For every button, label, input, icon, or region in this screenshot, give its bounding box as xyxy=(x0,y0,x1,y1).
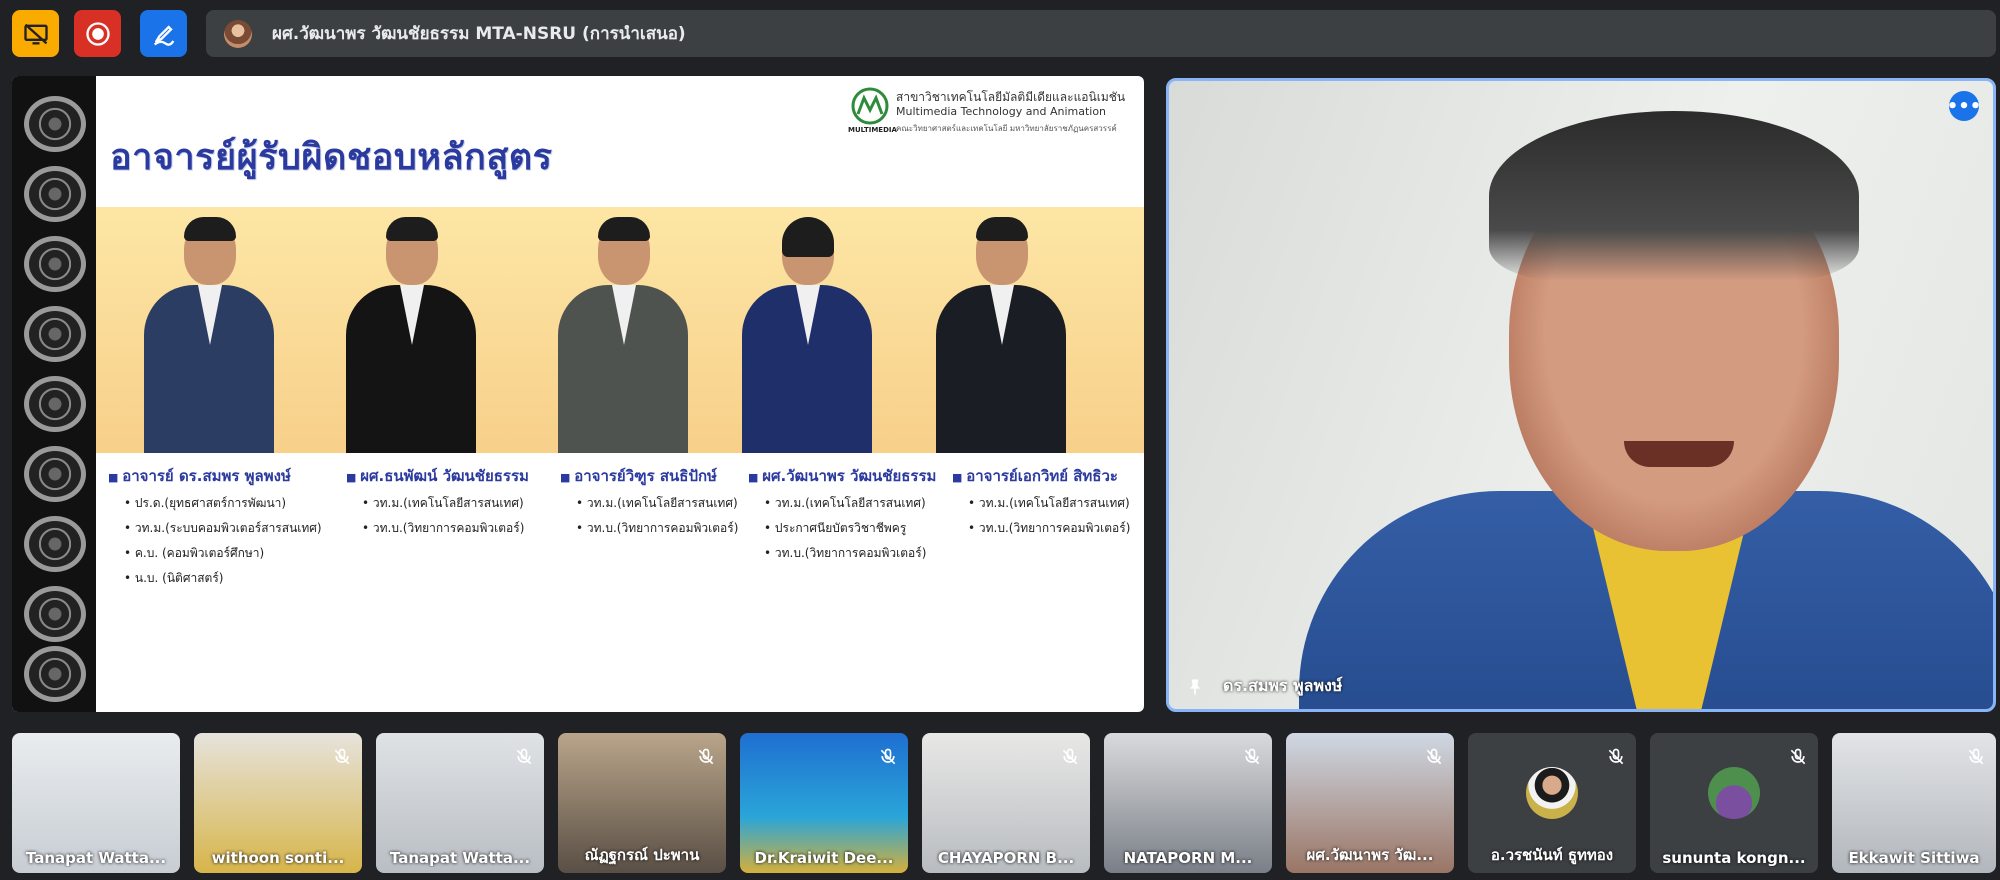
participant-name: withoon sonti... xyxy=(211,849,345,867)
lecturer-degree: วท.บ.(วิทยาการคอมพิวเตอร์) xyxy=(748,544,936,563)
participant-name: ณัฏฐกรณ์ ปะพาน xyxy=(584,846,700,864)
participant-tile[interactable]: Tanapat Watta... xyxy=(12,733,180,873)
lecturer-name: ผศ.วัฒนาพร วัฒนชัยธรรม xyxy=(748,464,936,488)
participant-tile[interactable]: ณัฏฐกรณ์ ปะพาน xyxy=(558,733,726,873)
logo-line-3: คณะวิทยาศาสตร์และเทคโนโลยี มหาวิทยาลัยรา… xyxy=(896,124,1117,133)
mic-off-icon xyxy=(1426,748,1442,765)
avatar xyxy=(1708,767,1760,819)
lecturer-name: ผศ.ธนพัฒน์ วัฒนชัยธรรม xyxy=(346,464,529,488)
mic-off-icon xyxy=(516,748,532,765)
lecturer-degree: วท.ม.(เทคโนโลยีสารสนเทศ) xyxy=(346,494,529,513)
participant-name: Tanapat Watta... xyxy=(389,849,531,867)
participant-tile[interactable]: sununta kongn... xyxy=(1650,733,1818,873)
lecturer-entry: อาจารย์วิฑูร สนธิปักษ์ วท.ม.(เทคโนโลยีสา… xyxy=(560,464,738,538)
film-reel-icon xyxy=(24,586,86,642)
lecturer-photo xyxy=(548,215,698,453)
lecturer-degree: ค.บ. (คอมพิวเตอร์ศึกษา) xyxy=(108,544,322,563)
film-reel-icon xyxy=(24,96,86,152)
mic-off-icon xyxy=(1968,748,1984,765)
mic-off-icon xyxy=(880,748,896,765)
speaker-video xyxy=(1624,441,1734,467)
multimedia-logo-icon xyxy=(851,87,889,125)
participant-name: Ekkawit Sittiwa xyxy=(1848,849,1980,867)
lecturer-entry: ผศ.ธนพัฒน์ วัฒนชัยธรรม วท.ม.(เทคโนโลยีสา… xyxy=(346,464,529,538)
participant-tile[interactable]: Tanapat Watta... xyxy=(376,733,544,873)
mic-off-icon xyxy=(334,748,350,765)
lecturer-degree: วท.บ.(วิทยาการคอมพิวเตอร์) xyxy=(346,519,529,538)
participant-name: อ.วรชนันท์ ธูททอง xyxy=(1490,846,1614,864)
film-reel-strip xyxy=(12,76,96,712)
stop-presenting-button[interactable] xyxy=(12,10,59,57)
more-options-button[interactable]: ••• xyxy=(1947,91,1981,121)
mic-off-icon xyxy=(1790,748,1806,765)
lecturer-degree: วท.บ.(วิทยาการคอมพิวเตอร์) xyxy=(952,519,1130,538)
lecturer-degree: วท.ม.(เทคโนโลยีสารสนเทศ) xyxy=(952,494,1130,513)
film-reel-icon xyxy=(24,516,86,572)
lecturer-degree: วท.ม.(เทคโนโลยีสารสนเทศ) xyxy=(748,494,936,513)
lecturer-degree: ประกาศนียบัตรวิชาชีพครู xyxy=(748,519,936,538)
lecturer-photo xyxy=(134,215,284,453)
film-reel-icon xyxy=(24,166,86,222)
lecturer-degree: วท.ม.(ระบบคอมพิวเตอร์สารสนเทศ) xyxy=(108,519,322,538)
presentation-slide: MULTIMEDIA สาขาวิชาเทคโนโลยีมัลติมีเดียแ… xyxy=(12,76,1144,712)
lecturer-degree: น.บ. (นิติศาสตร์) xyxy=(108,569,322,588)
participant-tile[interactable]: อ.วรชนันท์ ธูททอง xyxy=(1468,733,1636,873)
lecturer-photo-band xyxy=(96,207,1144,453)
participant-name: sununta kongn... xyxy=(1662,849,1806,867)
participant-name: CHAYAPORN B... xyxy=(937,849,1075,867)
recording-button[interactable] xyxy=(74,10,121,57)
speaker-name: ดร.สมพร พูลพงษ์ xyxy=(1223,676,1343,695)
presenter-label: ผศ.วัฒนาพร วัฒนชัยธรรม MTA-NSRU (การนำเส… xyxy=(272,24,686,44)
participant-tile[interactable]: Ekkawit Sittiwa xyxy=(1832,733,1996,873)
participant-name: Tanapat Watta... xyxy=(25,849,167,867)
mic-off-icon xyxy=(1062,748,1078,765)
film-reel-icon xyxy=(24,646,86,702)
participant-tile[interactable]: NATAPORN M... xyxy=(1104,733,1272,873)
presenter-avatar xyxy=(224,19,252,48)
pen-icon xyxy=(153,24,174,46)
avatar xyxy=(1526,767,1578,819)
record-icon xyxy=(85,21,110,46)
pin-icon[interactable] xyxy=(1185,677,1205,697)
top-bar: ผศ.วัฒนาพร วัฒนชัยธรรม MTA-NSRU (การนำเส… xyxy=(0,0,2000,66)
mic-off-icon xyxy=(1244,748,1260,765)
participant-tile[interactable]: Dr.Kraiwit Dee... xyxy=(740,733,908,873)
participant-strip: Tanapat Watta... withoon sonti... Tanapa… xyxy=(12,733,2000,873)
film-reel-icon xyxy=(24,376,86,432)
logo-line-2: Multimedia Technology and Animation xyxy=(896,105,1107,118)
present-off-icon xyxy=(23,23,48,44)
active-speaker-tile[interactable]: ••• ดร.สมพร พูลพงษ์ xyxy=(1166,78,1996,712)
lecturer-degree: วท.บ.(วิทยาการคอมพิวเตอร์) xyxy=(560,519,738,538)
participant-tile[interactable]: withoon sonti... xyxy=(194,733,362,873)
lecturer-entry: ผศ.วัฒนาพร วัฒนชัยธรรม วท.ม.(เทคโนโลยีสา… xyxy=(748,464,936,563)
speaker-name-label: ดร.สมพร พูลพงษ์ xyxy=(1185,674,1342,699)
participant-name: ผศ.วัฒนาพร วัฒ... xyxy=(1306,846,1434,864)
lecturer-name: อาจารย์วิฑูร สนธิปักษ์ xyxy=(560,464,738,488)
presenter-chip[interactable]: ผศ.วัฒนาพร วัฒนชัยธรรม MTA-NSRU (การนำเส… xyxy=(206,10,1996,57)
lecturer-entry: อาจารย์เอกวิทย์ สิทธิวะ วท.ม.(เทคโนโลยีส… xyxy=(952,464,1130,538)
speaker-video xyxy=(1489,111,1859,281)
lecturer-name: อาจารย์ ดร.สมพร พูลพงษ์ xyxy=(108,464,322,488)
film-reel-icon xyxy=(24,446,86,502)
lecturer-degree: วท.ม.(เทคโนโลยีสารสนเทศ) xyxy=(560,494,738,513)
lecturer-photo xyxy=(336,215,486,453)
annotate-button[interactable] xyxy=(140,10,187,57)
department-logo: MULTIMEDIA สาขาวิชาเทคโนโลยีมัลติมีเดียแ… xyxy=(848,84,1125,136)
logo-word: MULTIMEDIA xyxy=(848,126,897,134)
lecturer-photo xyxy=(732,215,882,453)
lecturer-degree: ปร.ด.(ยุทธศาสตร์การพัฒนา) xyxy=(108,494,322,513)
mic-off-icon xyxy=(698,748,714,765)
mic-off-icon xyxy=(1608,748,1624,765)
slide-title: อาจารย์ผู้รับผิดชอบหลักสูตร xyxy=(110,137,553,178)
participant-name: NATAPORN M... xyxy=(1123,849,1253,867)
participant-tile[interactable]: CHAYAPORN B... xyxy=(922,733,1090,873)
film-reel-icon xyxy=(24,236,86,292)
participant-tile[interactable]: ผศ.วัฒนาพร วัฒ... xyxy=(1286,733,1454,873)
film-reel-icon xyxy=(24,306,86,362)
slide-body: MULTIMEDIA สาขาวิชาเทคโนโลยีมัลติมีเดียแ… xyxy=(96,76,1144,712)
lecturer-entry: อาจารย์ ดร.สมพร พูลพงษ์ ปร.ด.(ยุทธศาสตร์… xyxy=(108,464,322,588)
lecturer-photo xyxy=(926,215,1076,453)
participant-name: Dr.Kraiwit Dee... xyxy=(754,849,894,867)
lecturer-name: อาจารย์เอกวิทย์ สิทธิวะ xyxy=(952,464,1130,488)
